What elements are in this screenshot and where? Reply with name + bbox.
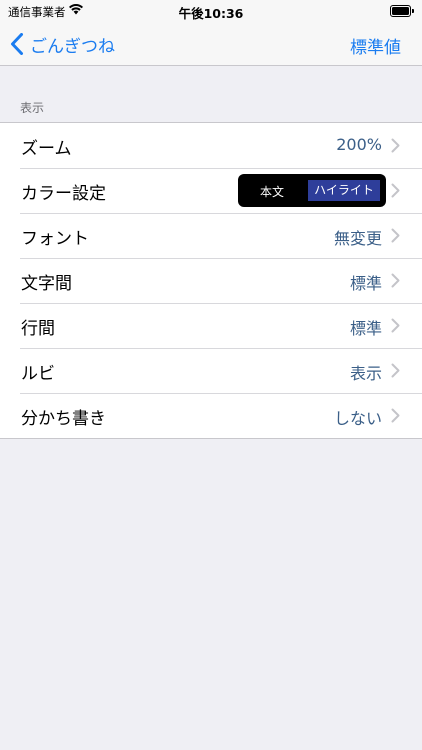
row-label: 分かち書き: [21, 409, 106, 429]
status-bar: 通信事業者 午後10:36: [0, 0, 422, 22]
row-letter-spacing[interactable]: 文字間 標準: [0, 258, 422, 303]
row-ruby[interactable]: ルビ 表示: [0, 348, 422, 393]
color-preview: 本文 ハイライト: [238, 174, 386, 207]
row-label: カラー設定: [21, 184, 106, 204]
row-label: 文字間: [21, 274, 72, 294]
back-button[interactable]: ごんぎつね: [10, 30, 115, 58]
chevron-right-icon: [391, 273, 400, 288]
row-value: 表示: [349, 364, 382, 383]
row-value: 標準: [349, 319, 382, 338]
row-label: ズーム: [21, 139, 72, 159]
row-line-spacing[interactable]: 行間 標準: [0, 303, 422, 348]
chevron-left-icon: [11, 33, 23, 55]
chevron-right-icon: [391, 363, 400, 378]
reset-defaults-button[interactable]: 標準値: [350, 33, 401, 58]
chevron-right-icon: [391, 408, 400, 423]
row-word-separation[interactable]: 分かち書き しない: [0, 393, 422, 438]
section-header-display: 表示: [20, 101, 45, 115]
row-label: 行間: [21, 319, 55, 339]
preview-body-text: 本文: [260, 185, 285, 199]
preview-highlight-text: ハイライト: [308, 180, 380, 201]
back-button-label: ごんぎつね: [30, 36, 115, 57]
chevron-right-icon: [391, 138, 400, 153]
battery-icon: [390, 5, 414, 17]
row-label: フォント: [21, 229, 89, 249]
row-value: 200%: [336, 135, 382, 154]
navigation-bar: ごんぎつね 標準値: [0, 22, 422, 66]
chevron-right-icon: [391, 318, 400, 333]
row-color-settings[interactable]: カラー設定 本文 ハイライト: [0, 168, 422, 213]
row-zoom[interactable]: ズーム 200%: [0, 123, 422, 168]
row-value: 無変更: [333, 229, 382, 248]
chevron-right-icon: [391, 183, 400, 198]
row-label: ルビ: [21, 364, 55, 384]
status-time: 午後10:36: [178, 6, 244, 21]
row-value: しない: [333, 409, 382, 428]
display-settings-group: ズーム 200% カラー設定 本文 ハイライト フォント 無変更 文字間 標準 …: [0, 122, 422, 439]
chevron-right-icon: [391, 228, 400, 243]
row-value: 標準: [349, 274, 382, 293]
row-font[interactable]: フォント 無変更: [0, 213, 422, 258]
